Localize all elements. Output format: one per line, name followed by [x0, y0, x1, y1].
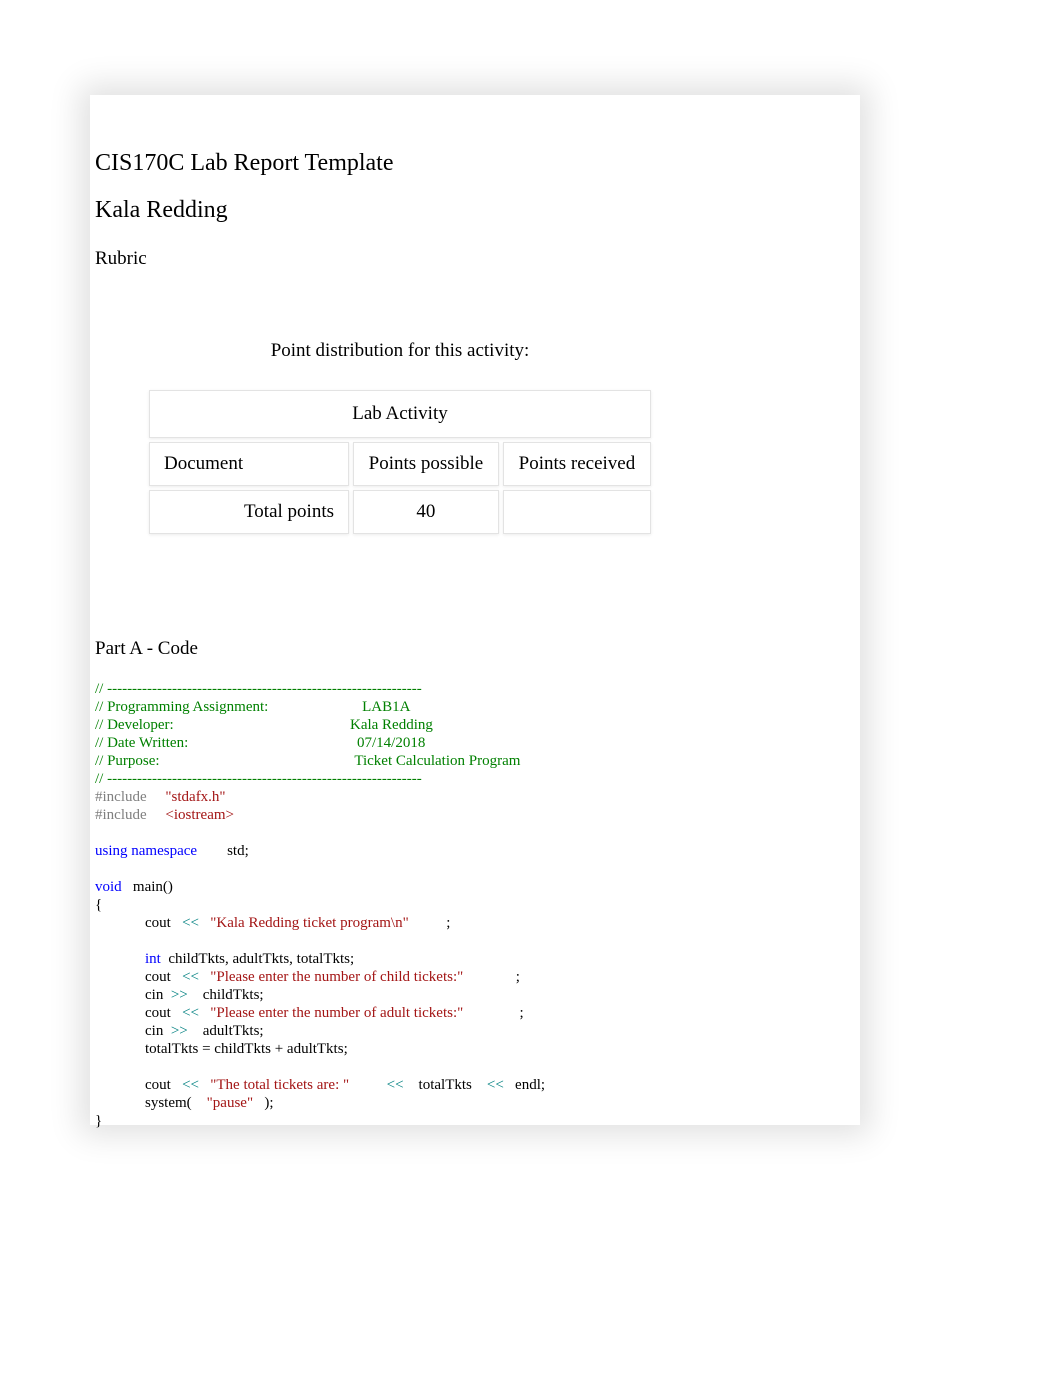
- code-include: #include: [95, 807, 147, 823]
- code-comment: // Date Written:: [95, 735, 188, 751]
- table-header-lab-activity: Lab Activity: [149, 390, 651, 438]
- author-name: Kala Redding: [90, 197, 860, 224]
- code-op: <<: [182, 969, 199, 985]
- code-text: ;: [520, 1005, 524, 1021]
- table-col-points-possible: Points possible: [353, 442, 499, 486]
- code-string: "Please enter the number of adult ticket…: [210, 1005, 463, 1021]
- code-text: std;: [227, 843, 249, 859]
- code-include: #include: [95, 789, 147, 805]
- code-comment: // -------------------------------------…: [95, 771, 422, 787]
- point-distribution-label: Point distribution for this activity:: [0, 340, 860, 362]
- code-op: <<: [182, 915, 199, 931]
- code-op: <<: [182, 1077, 199, 1093]
- code-keyword: int: [145, 951, 161, 967]
- code-op: <<: [182, 1005, 199, 1021]
- code-text: totalTkts = childTkts + adultTkts;: [145, 1041, 348, 1057]
- code-text: cout: [145, 1077, 171, 1093]
- code-comment: LAB1A: [362, 699, 410, 715]
- rubric-table: Lab Activity Document Points possible Po…: [145, 386, 655, 538]
- code-keyword: void: [95, 879, 122, 895]
- code-op: >>: [171, 987, 188, 1003]
- code-op: <<: [487, 1077, 504, 1093]
- code-brace: {: [95, 897, 102, 913]
- document-page: CIS170C Lab Report Template Kala Redding…: [90, 95, 860, 1125]
- rubric-table-wrap: Lab Activity Document Points possible Po…: [0, 386, 860, 538]
- code-text: cout: [145, 915, 171, 931]
- code-op: <<: [387, 1077, 404, 1093]
- code-comment: // Programming Assignment:: [95, 699, 268, 715]
- code-keyword: using: [95, 843, 128, 859]
- code-text: cin: [145, 987, 163, 1003]
- code-text: main(): [133, 879, 173, 895]
- code-comment: Kala Redding: [350, 717, 433, 733]
- table-total-received: [503, 490, 651, 534]
- page-title: CIS170C Lab Report Template: [90, 150, 860, 177]
- table-col-document: Document: [149, 442, 349, 486]
- code-string: "stdafx.h": [165, 789, 225, 805]
- rubric-heading: Rubric: [90, 248, 860, 270]
- code-text: ;: [516, 969, 520, 985]
- code-text: totalTkts: [419, 1077, 472, 1093]
- code-comment: // -------------------------------------…: [95, 681, 422, 697]
- code-string: "Please enter the number of child ticket…: [210, 969, 463, 985]
- code-text: adultTkts;: [203, 1023, 264, 1039]
- code-text: cin: [145, 1023, 163, 1039]
- code-op: >>: [171, 1023, 188, 1039]
- code-comment: // Developer:: [95, 717, 174, 733]
- code-text: childTkts;: [203, 987, 264, 1003]
- code-text: ;: [446, 915, 450, 931]
- code-text: cout: [145, 1005, 171, 1021]
- code-keyword: namespace: [131, 843, 197, 859]
- table-total-value: 40: [353, 490, 499, 534]
- code-text: system(: [145, 1095, 192, 1111]
- table-total-label: Total points: [149, 490, 349, 534]
- code-comment: // Purpose:: [95, 753, 160, 769]
- code-include-lib: <iostream>: [165, 807, 234, 823]
- code-text: cout: [145, 969, 171, 985]
- code-block: // -------------------------------------…: [90, 680, 860, 1130]
- part-a-heading: Part A - Code: [90, 638, 860, 660]
- code-comment: 07/14/2018: [357, 735, 425, 751]
- table-col-points-received: Points received: [503, 442, 651, 486]
- code-text: );: [264, 1095, 273, 1111]
- content-area: CIS170C Lab Report Template Kala Redding…: [90, 150, 860, 1130]
- code-text: childTkts, adultTkts, totalTkts;: [168, 951, 354, 967]
- code-string: "The total tickets are: ": [210, 1077, 349, 1093]
- code-string: "pause": [207, 1095, 253, 1111]
- code-comment: Ticket Calculation Program: [354, 753, 520, 769]
- code-text: endl;: [515, 1077, 545, 1093]
- code-brace: }: [95, 1113, 102, 1129]
- code-string: "Kala Redding ticket program\n": [210, 915, 408, 931]
